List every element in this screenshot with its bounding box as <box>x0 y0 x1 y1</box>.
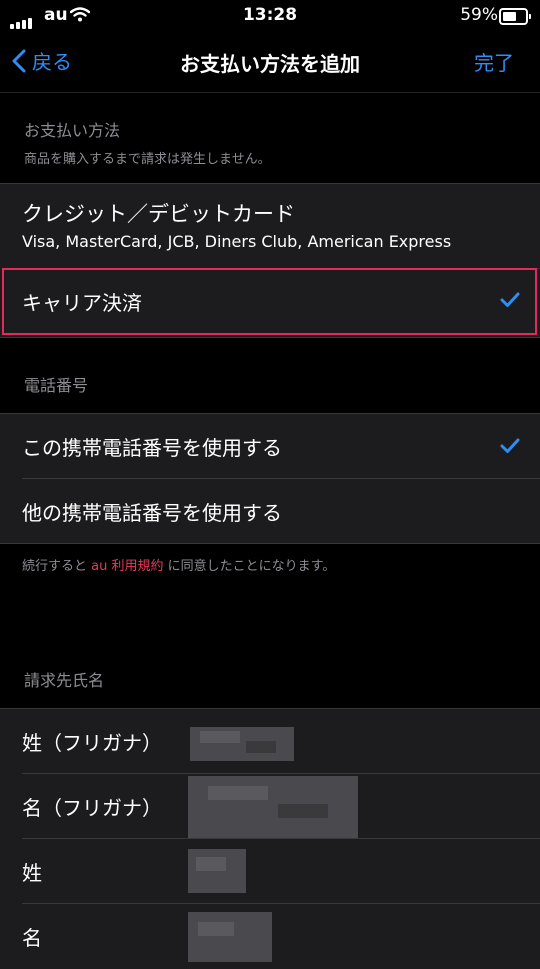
battery-icon <box>499 8 531 25</box>
payment-section-header: お支払い方法 <box>24 121 121 140</box>
payment-option-detail: Visa, MasterCard, JCB, Diners Club, Amer… <box>22 232 452 251</box>
phone-option-label: この携帯電話番号を使用する <box>22 436 282 460</box>
done-button[interactable]: 完了 <box>474 47 514 76</box>
field-label: 姓（フリガナ） <box>22 731 162 755</box>
field-label: 姓 <box>22 861 42 885</box>
page-title: お支払い方法を追加 <box>180 52 360 76</box>
redacted-value[interactable] <box>190 727 294 761</box>
navigation-bar: 戻る お支払い方法を追加 完了 <box>0 32 540 93</box>
phone-option-other-number[interactable]: 他の携帯電話番号を使用する <box>0 479 540 543</box>
terms-suffix: に同意したことになります。 <box>167 559 336 574</box>
field-label: 名 <box>22 926 42 950</box>
billing-fields-group: 姓（フリガナ） 名（フリガナ） 姓 名 <box>0 708 540 969</box>
field-last-name[interactable]: 姓 <box>0 839 540 903</box>
checkmark-icon <box>500 438 520 453</box>
field-first-name-kana[interactable]: 名（フリガナ） <box>0 774 540 838</box>
terms-link[interactable]: au 利用規約 <box>91 559 163 574</box>
terms-prefix: 続行すると <box>22 559 88 574</box>
payment-option-credit-card[interactable]: クレジット／デビットカード Visa, MasterCard, JCB, Din… <box>0 184 540 268</box>
status-bar: au 13:28 59% <box>0 0 540 32</box>
field-last-name-kana[interactable]: 姓（フリガナ） <box>0 709 540 773</box>
battery-percentage: 59% <box>460 5 498 25</box>
field-first-name[interactable]: 名 <box>0 904 540 968</box>
redacted-value[interactable] <box>188 912 272 962</box>
phone-section-header: 電話番号 <box>24 376 89 395</box>
payment-option-label: クレジット／デビットカード <box>22 202 295 226</box>
selection-highlight-box <box>2 268 537 335</box>
phone-option-this-number[interactable]: この携帯電話番号を使用する <box>0 414 540 478</box>
clock: 13:28 <box>242 5 298 25</box>
terms-footer: 続行すると au 利用規約 に同意したことになります。 <box>22 555 335 574</box>
field-label: 名（フリガナ） <box>22 796 162 820</box>
billing-section-header: 請求先氏名 <box>24 671 105 690</box>
payment-section-subheader: 商品を購入するまで請求は発生しません。 <box>24 152 271 167</box>
redacted-value[interactable] <box>188 776 358 838</box>
redacted-value[interactable] <box>188 849 246 893</box>
phone-options-group: この携帯電話番号を使用する 他の携帯電話番号を使用する <box>0 413 540 544</box>
phone-option-label: 他の携帯電話番号を使用する <box>22 501 282 525</box>
